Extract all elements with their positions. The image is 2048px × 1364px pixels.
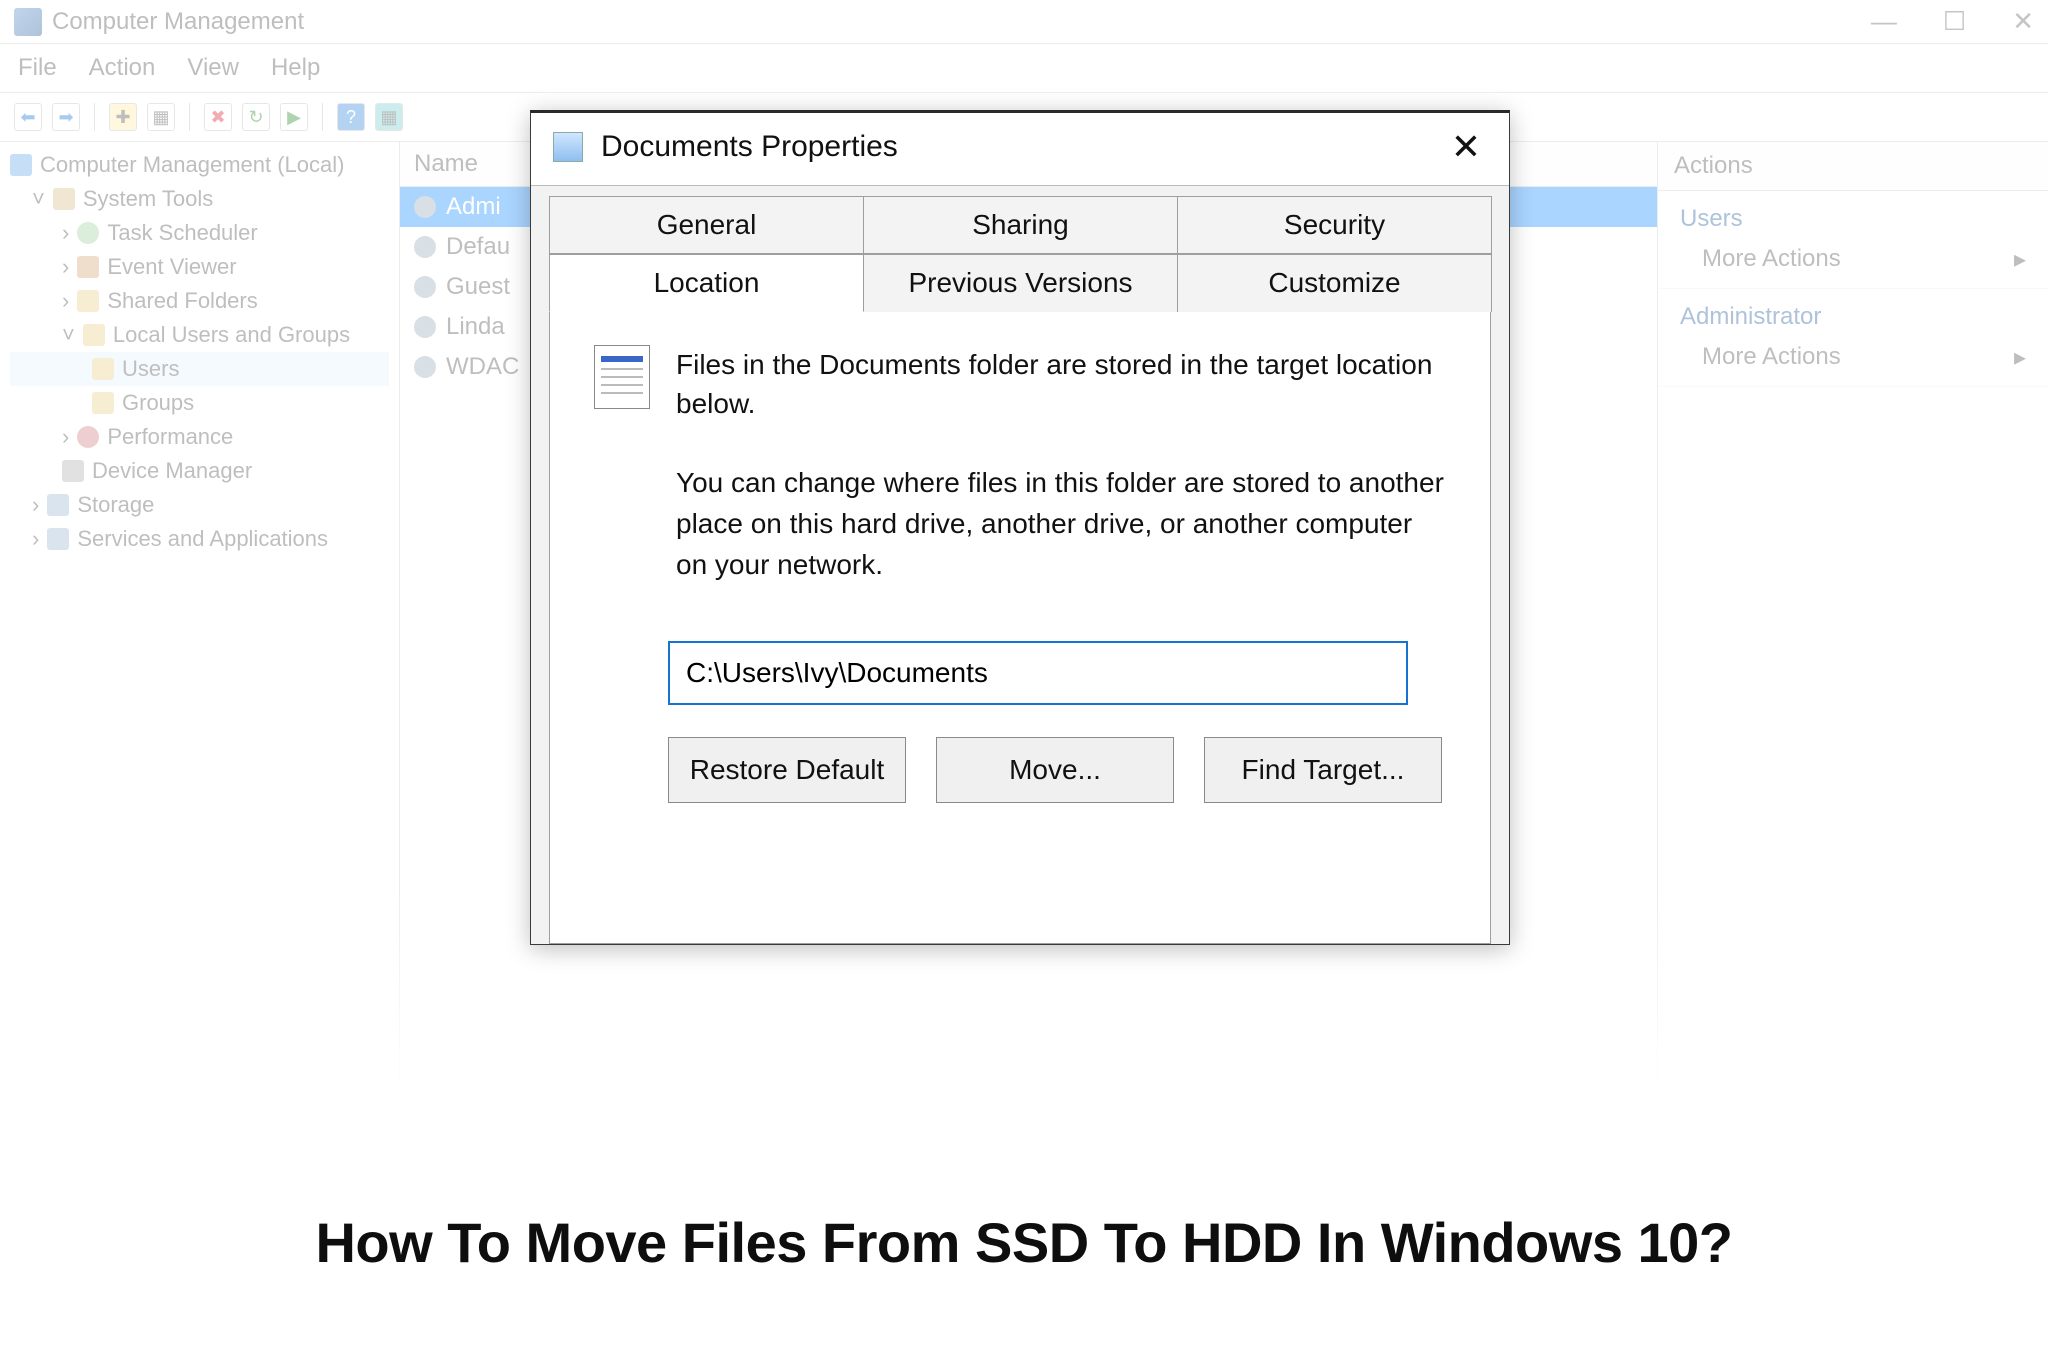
maximize-button[interactable]: ☐ [1943, 6, 1966, 37]
documents-properties-dialog: Documents Properties ✕ General Sharing S… [530, 110, 1510, 945]
user-icon [414, 196, 436, 218]
properties-icon [553, 132, 583, 162]
close-button[interactable]: ✕ [2012, 6, 2034, 37]
user-icon [414, 356, 436, 378]
tree-services-apps[interactable]: › Services and Applications [10, 522, 389, 556]
location-description-1: Files in the Documents folder are stored… [676, 345, 1446, 423]
more-actions-link[interactable]: More Actions▸ [1680, 331, 2026, 372]
tree-root[interactable]: Computer Management (Local) [10, 148, 389, 182]
tab-sharing[interactable]: Sharing [863, 196, 1178, 254]
actions-header: Actions [1658, 142, 2048, 191]
forward-icon[interactable]: ➡ [52, 103, 80, 131]
export-icon[interactable]: ▶ [280, 103, 308, 131]
toolbar-extra-icon[interactable]: ▦ [375, 103, 403, 131]
menu-help[interactable]: Help [271, 54, 320, 82]
document-icon [594, 345, 650, 409]
navigation-tree: Computer Management (Local) ˅ System Too… [0, 142, 400, 1112]
window-title: Computer Management [52, 8, 304, 36]
help-icon[interactable]: ? [337, 103, 365, 131]
user-icon [414, 316, 436, 338]
chevron-right-icon: ▸ [2014, 343, 2026, 372]
tab-previous-versions[interactable]: Previous Versions [863, 254, 1178, 312]
properties-icon[interactable]: ▦ [147, 103, 175, 131]
menu-action[interactable]: Action [89, 54, 156, 82]
find-target-button[interactable]: Find Target... [1204, 737, 1442, 803]
more-actions-link[interactable]: More Actions▸ [1680, 233, 2026, 274]
article-headline: How To Move Files From SSD To HDD In Win… [0, 1210, 2048, 1275]
new-icon[interactable]: ✚ [109, 103, 137, 131]
tree-event-viewer[interactable]: › Event Viewer [10, 250, 389, 284]
tree-device-manager[interactable]: Device Manager [10, 454, 389, 488]
user-icon [414, 236, 436, 258]
refresh-icon[interactable]: ↻ [242, 103, 270, 131]
tree-task-scheduler[interactable]: › Task Scheduler [10, 216, 389, 250]
user-icon [414, 276, 436, 298]
tab-customize[interactable]: Customize [1177, 254, 1492, 312]
tree-shared-folders[interactable]: › Shared Folders [10, 284, 389, 318]
close-icon[interactable]: ✕ [1445, 129, 1487, 165]
menubar: File Action View Help [0, 44, 2048, 93]
dialog-tabs: General Sharing Security Location Previo… [531, 185, 1509, 944]
window-titlebar: Computer Management — ☐ ✕ [0, 0, 2048, 44]
actions-group-administrator[interactable]: Administrator [1680, 303, 2026, 331]
menu-file[interactable]: File [18, 54, 57, 82]
tree-performance[interactable]: › Performance [10, 420, 389, 454]
move-button[interactable]: Move... [936, 737, 1174, 803]
back-icon[interactable]: ⬅ [14, 103, 42, 131]
dialog-title: Documents Properties [601, 130, 898, 164]
tree-storage[interactable]: › Storage [10, 488, 389, 522]
tree-groups[interactable]: Groups [10, 386, 389, 420]
computer-management-icon [14, 8, 42, 36]
tab-security[interactable]: Security [1177, 196, 1492, 254]
menu-view[interactable]: View [187, 54, 239, 82]
tab-panel-location: Files in the Documents folder are stored… [549, 311, 1491, 944]
tree-users[interactable]: Users [10, 352, 389, 386]
minimize-button[interactable]: — [1871, 6, 1897, 37]
tree-local-users[interactable]: ˅ Local Users and Groups [10, 318, 389, 352]
location-description-2: You can change where files in this folde… [594, 463, 1446, 585]
toolbar-separator [94, 103, 95, 131]
tree-system-tools[interactable]: ˅ System Tools [10, 182, 389, 216]
location-path-input[interactable] [668, 641, 1408, 705]
tab-location[interactable]: Location [549, 254, 864, 312]
toolbar-separator [322, 103, 323, 131]
actions-group-users[interactable]: Users [1680, 205, 2026, 233]
dialog-titlebar: Documents Properties ✕ [531, 113, 1509, 185]
actions-pane: Actions Users More Actions▸ Administrato… [1658, 142, 2048, 1112]
restore-default-button[interactable]: Restore Default [668, 737, 906, 803]
delete-icon[interactable]: ✖ [204, 103, 232, 131]
toolbar-separator [189, 103, 190, 131]
chevron-right-icon: ▸ [2014, 245, 2026, 274]
tab-general[interactable]: General [549, 196, 864, 254]
